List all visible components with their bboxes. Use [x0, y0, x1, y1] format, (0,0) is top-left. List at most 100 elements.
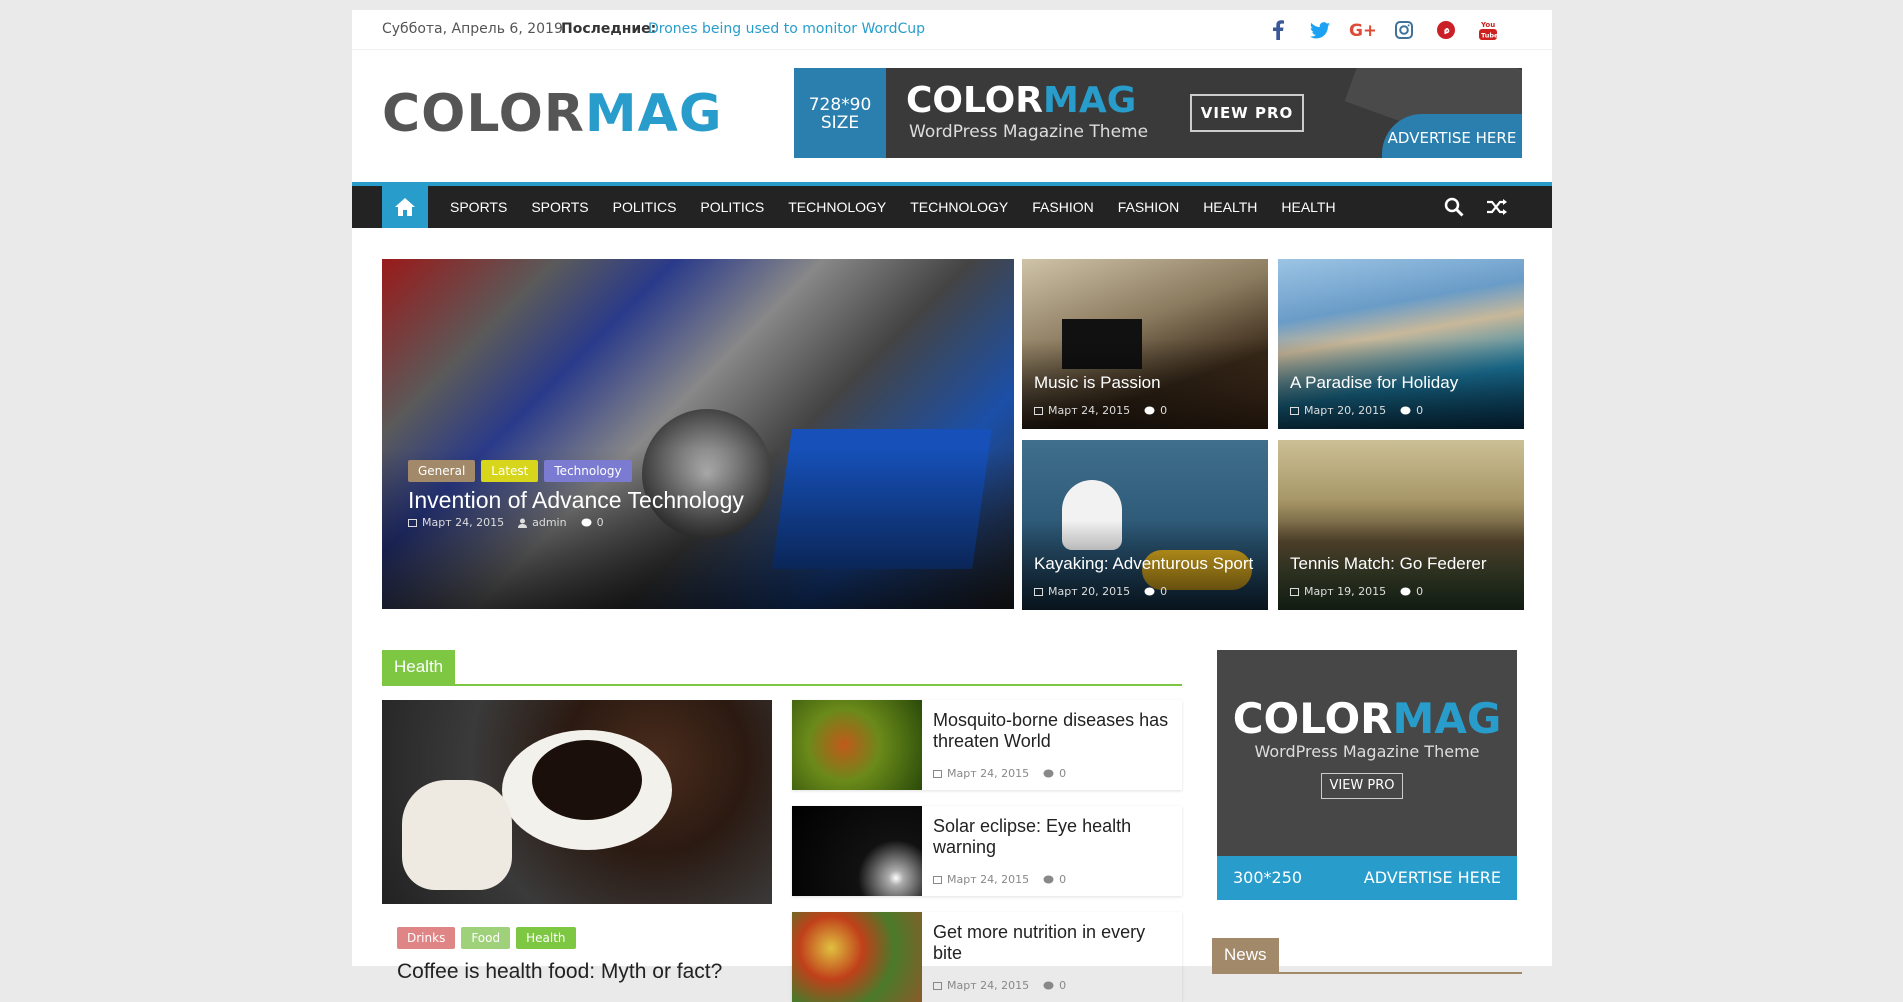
thumb-title[interactable]: Music is Passion [1034, 373, 1161, 393]
post-comments[interactable]: 0 [1400, 585, 1423, 598]
facebook-icon[interactable] [1264, 17, 1292, 43]
sidebar-ad-view-pro-button[interactable]: VIEW PRO [1321, 773, 1403, 799]
health-list-item[interactable]: Solar eclipse: Eye health warning Март 2… [792, 806, 1182, 896]
sidebar-ad-subtitle: WordPress Magazine Theme [1254, 742, 1480, 761]
post-date[interactable]: Март 24, 2015 [1034, 404, 1130, 417]
nav-item-fashion[interactable]: FASHION [1020, 186, 1105, 228]
tag-food[interactable]: Food [461, 927, 511, 949]
featured-post-thumb[interactable]: Tennis Match: Go Federer Март 19, 2015 0 [1278, 440, 1524, 610]
post-comments[interactable]: 0 [1043, 767, 1066, 780]
nav-item-sports[interactable]: SPORTS [438, 186, 519, 228]
post-date[interactable]: Март 24, 2015 [408, 516, 504, 529]
tag-technology[interactable]: Technology [544, 460, 632, 482]
featured-post-thumb[interactable]: Music is Passion Март 24, 2015 0 [1022, 259, 1268, 429]
banner-advertise-here[interactable]: ADVERTISE HERE [1382, 114, 1522, 158]
instagram-icon[interactable] [1390, 17, 1418, 43]
home-button[interactable] [382, 186, 428, 228]
nav-item-technology[interactable]: TECHNOLOGY [776, 186, 898, 228]
post-date[interactable]: Март 24, 2015 [933, 979, 1029, 992]
post-date[interactable]: Март 20, 2015 [1034, 585, 1130, 598]
post-comments-count: 0 [1160, 404, 1168, 417]
news-heading-label[interactable]: News [1212, 938, 1279, 972]
fruits-image [792, 912, 922, 1002]
health-list-item[interactable]: Mosquito-borne diseases has threaten Wor… [792, 700, 1182, 790]
post-comments[interactable]: 0 [1144, 404, 1167, 417]
comment-icon [1144, 406, 1155, 414]
health-item-title[interactable]: Solar eclipse: Eye health warning [933, 816, 1173, 858]
thumb-title[interactable]: Tennis Match: Go Federer [1290, 554, 1487, 574]
featured-post-thumb[interactable]: A Paradise for Holiday Март 20, 2015 0 [1278, 259, 1524, 429]
post-comments[interactable]: 0 [1400, 404, 1423, 417]
sidebar-ad[interactable]: COLORMAG WordPress Magazine Theme VIEW P… [1217, 650, 1517, 900]
pinterest-icon[interactable] [1432, 17, 1460, 43]
comment-icon [1400, 587, 1411, 595]
post-author[interactable]: admin [518, 516, 567, 529]
post-comments[interactable]: 0 [1144, 585, 1167, 598]
featured-post-thumb[interactable]: Kayaking: Adventurous Sport Март 20, 201… [1022, 440, 1268, 610]
latest-news-link[interactable]: Drones being used to monitor WordCup [648, 21, 925, 37]
svg-text:Tube: Tube [1481, 32, 1497, 40]
nav-item-politics[interactable]: POLITICS [688, 186, 776, 228]
thumb-title[interactable]: Kayaking: Adventurous Sport [1034, 554, 1253, 574]
nav-item-health[interactable]: HEALTH [1269, 186, 1347, 228]
post-date[interactable]: Март 24, 2015 [933, 873, 1029, 886]
post-date-text: Март 24, 2015 [422, 516, 505, 529]
banner-size-unit: SIZE [820, 113, 860, 133]
health-list-item[interactable]: Get more nutrition in every bite Март 24… [792, 912, 1182, 1002]
tag-latest[interactable]: Latest [481, 460, 539, 482]
top-bar: Суббота, Апрель 6, 2019 Последние: Drone… [352, 10, 1552, 50]
nav-item-technology[interactable]: TECHNOLOGY [898, 186, 1020, 228]
comment-icon [1043, 981, 1054, 989]
post-comments[interactable]: 0 [1043, 873, 1066, 886]
featured-main-title[interactable]: Invention of Advance Technology [408, 487, 744, 514]
site-logo[interactable]: COLORMAG [382, 84, 723, 144]
sidebar-ad-logo-color: COLOR [1232, 694, 1393, 743]
post-comments-count: 0 [1059, 767, 1067, 780]
sidebar-ad-bar: 300*250 ADVERTISE HERE [1217, 856, 1517, 900]
banner-view-pro-button[interactable]: VIEW PRO [1190, 94, 1304, 132]
current-date: Суббота, Апрель 6, 2019 [382, 21, 563, 37]
post-date[interactable]: Март 19, 2015 [1290, 585, 1386, 598]
sidebar-ad-size: 300*250 [1233, 868, 1303, 887]
calendar-icon [933, 982, 942, 990]
post-comments-count: 0 [596, 516, 604, 529]
post-comments-count: 0 [1416, 404, 1424, 417]
youtube-icon[interactable]: You Tube [1474, 17, 1502, 43]
nav-item-politics[interactable]: POLITICS [601, 186, 689, 228]
google-plus-icon[interactable]: G+ [1348, 17, 1376, 43]
post-comments-count: 0 [1160, 585, 1168, 598]
tag-health[interactable]: Health [516, 927, 576, 949]
featured-tags: General Latest Technology [408, 460, 632, 482]
tag-drinks[interactable]: Drinks [397, 927, 456, 949]
health-item-title[interactable]: Get more nutrition in every bite [933, 922, 1173, 964]
twitter-icon[interactable] [1306, 17, 1334, 43]
search-icon[interactable] [1444, 197, 1464, 221]
header-ad-banner[interactable]: 728*90 SIZE COLORMAG WordPress Magazine … [794, 68, 1522, 158]
nav-item-health[interactable]: HEALTH [1191, 186, 1269, 228]
post-comments[interactable]: 0 [1043, 979, 1066, 992]
home-icon [395, 198, 415, 216]
tag-general[interactable]: General [408, 460, 476, 482]
post-date[interactable]: Март 20, 2015 [1290, 404, 1386, 417]
health-item-title[interactable]: Mosquito-borne diseases has threaten Wor… [933, 710, 1173, 752]
featured-main-post[interactable]: General Latest Technology Invention of A… [382, 259, 1014, 609]
health-item-meta: Март 24, 2015 0 [933, 767, 1066, 780]
post-date-text: Март 24, 2015 [1048, 404, 1131, 417]
nav-item-sports[interactable]: SPORTS [519, 186, 600, 228]
jug-image-shape [402, 780, 512, 890]
health-heading-label[interactable]: Health [382, 650, 456, 684]
calendar-icon [408, 519, 417, 527]
comment-icon [581, 518, 592, 526]
social-links: G+ You Tube [1264, 17, 1502, 43]
banner-subtitle: WordPress Magazine Theme [909, 122, 1149, 142]
nav-item-fashion[interactable]: FASHION [1106, 186, 1191, 228]
calendar-icon [1034, 588, 1043, 596]
sidebar-ad-advertise-here[interactable]: ADVERTISE HERE [1364, 868, 1501, 887]
post-comments[interactable]: 0 [581, 516, 604, 529]
comment-icon [1144, 587, 1155, 595]
thumb-title[interactable]: A Paradise for Holiday [1290, 373, 1458, 393]
health-main-title[interactable]: Coffee is health food: Myth or fact? [397, 960, 722, 984]
health-main-post-image[interactable] [382, 700, 772, 904]
post-date[interactable]: Март 24, 2015 [933, 767, 1029, 780]
random-post-icon[interactable] [1486, 197, 1508, 221]
